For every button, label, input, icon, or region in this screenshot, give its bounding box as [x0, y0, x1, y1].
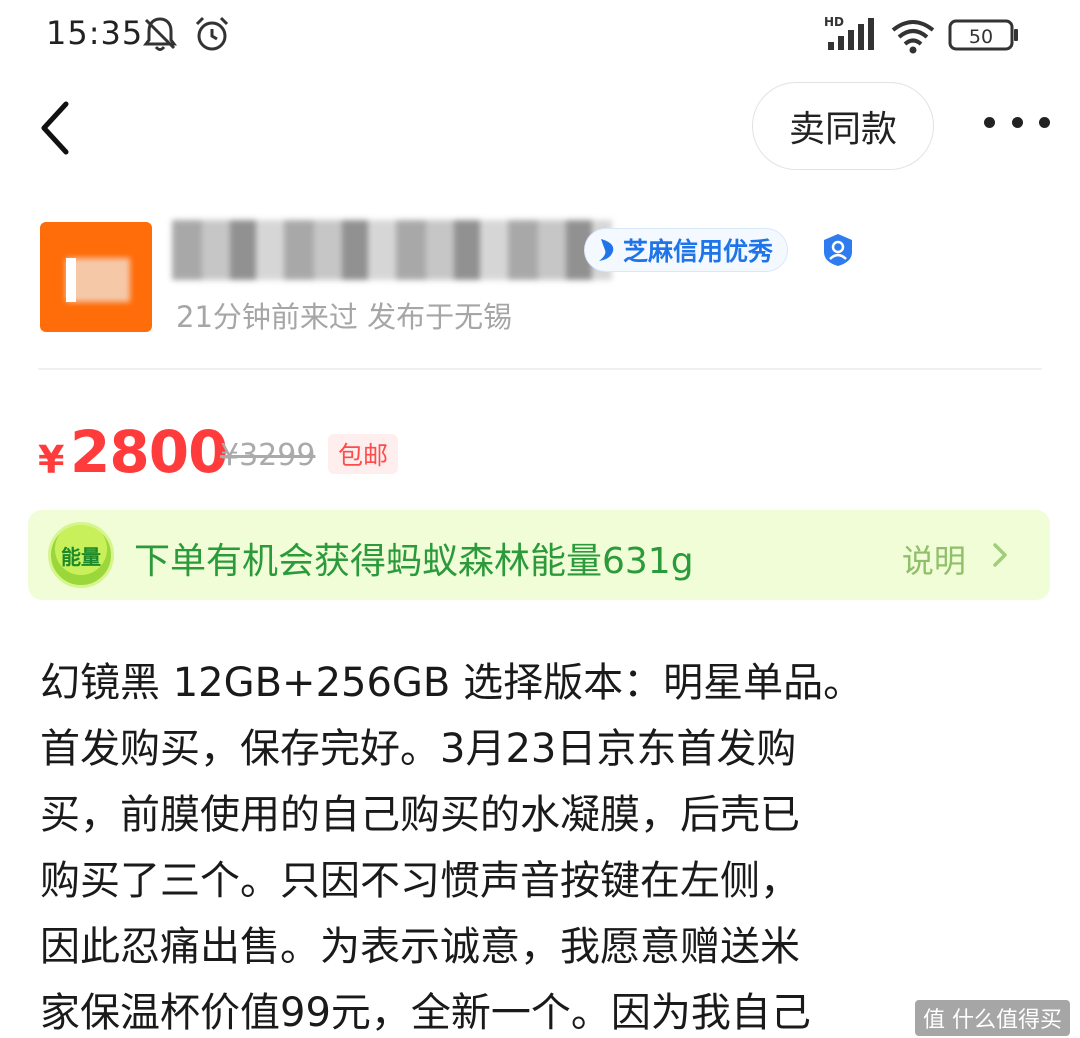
status-time: 15:35	[46, 14, 144, 52]
chevron-right-icon	[993, 543, 1007, 567]
seller-info[interactable]: 芝麻信用优秀 21分钟前来过 发布于无锡	[38, 218, 1038, 338]
price-currency: ¥	[38, 438, 65, 482]
section-divider	[38, 368, 1042, 370]
cellular-signal-icon: HD	[824, 15, 874, 50]
svg-text:HD: HD	[824, 15, 844, 29]
seller-activity-location: 21分钟前来过 发布于无锡	[176, 300, 513, 334]
sesame-credit-icon	[599, 239, 614, 261]
alarm-clock-icon	[195, 16, 229, 51]
description-line: 买，前膜使用的自己购买的水凝膜，后壳已	[40, 792, 800, 838]
description-line: 幻镜黑 12GB+256GB 选择版本：明星单品。	[40, 660, 864, 706]
ant-forest-energy-banner[interactable]: 能量 下单有机会获得蚂蚁森林能量631g 说明	[28, 510, 1050, 600]
sell-same-button[interactable]: 卖同款	[752, 82, 934, 170]
original-price: ¥3299	[220, 438, 316, 473]
sesame-credit-badge[interactable]: 芝麻信用优秀	[584, 228, 789, 272]
wifi-icon	[891, 20, 935, 54]
description-line: 首发购买，保存完好。3月23日京东首发购	[40, 726, 797, 772]
description-line: 购买了三个。只因不习惯声音按键在左侧，	[40, 858, 800, 904]
item-description: 幻镜黑 12GB+256GB 选择版本：明星单品。 首发购买，保存完好。3月23…	[40, 650, 1040, 1038]
description-line: 因此忍痛出售。为表示诚意，我愿意赠送米	[40, 924, 800, 970]
description-line: 家保温杯价值99元，全新一个。因为我自己	[40, 990, 811, 1036]
status-bar: 15:35 HD 50	[0, 0, 1080, 72]
seller-avatar[interactable]	[40, 222, 152, 332]
energy-badge-icon: 能量	[48, 522, 114, 588]
price-value: 2800	[70, 418, 228, 486]
seller-nickname-redacted	[172, 220, 612, 280]
svg-text:50: 50	[969, 26, 993, 48]
battery-icon: 50	[948, 19, 1018, 51]
sesame-credit-label: 芝麻信用优秀	[623, 237, 774, 266]
site-watermark: 值 什么值得买	[915, 1000, 1070, 1036]
more-options-icon[interactable]	[984, 112, 1050, 132]
energy-text: 下单有机会获得蚂蚁森林能量631g	[134, 541, 694, 582]
bell-muted-icon	[143, 17, 177, 51]
top-nav-bar: 卖同款	[0, 78, 1080, 178]
energy-help-label: 说明	[901, 542, 966, 580]
verified-identity-icon[interactable]	[820, 232, 856, 268]
back-arrow-icon[interactable]	[36, 98, 76, 158]
free-shipping-tag: 包邮	[328, 434, 399, 474]
